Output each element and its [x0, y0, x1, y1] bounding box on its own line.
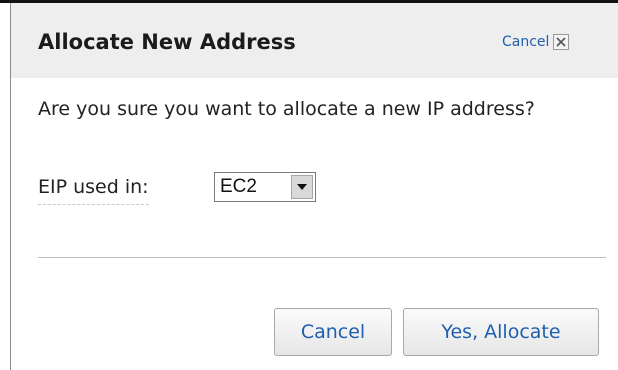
cancel-button[interactable]: Cancel — [274, 308, 392, 356]
eip-scope-select[interactable]: EC2 — [214, 172, 316, 202]
confirmation-question: Are you sure you want to allocate a new … — [38, 98, 535, 120]
header-cancel-label[interactable]: Cancel — [502, 34, 549, 50]
allocate-address-dialog: Allocate New Address Cancel Are you sure… — [0, 0, 618, 370]
dialog-divider — [38, 257, 606, 258]
dialog-title: Allocate New Address — [38, 30, 296, 54]
eip-used-in-label: EIP used in: — [38, 176, 149, 205]
yes-allocate-button[interactable]: Yes, Allocate — [403, 308, 599, 356]
close-icon[interactable] — [553, 34, 570, 50]
chevron-down-icon[interactable] — [291, 175, 313, 199]
header-cancel-link[interactable]: Cancel — [502, 34, 570, 50]
eip-scope-selected-value[interactable]: EC2 — [220, 176, 257, 198]
